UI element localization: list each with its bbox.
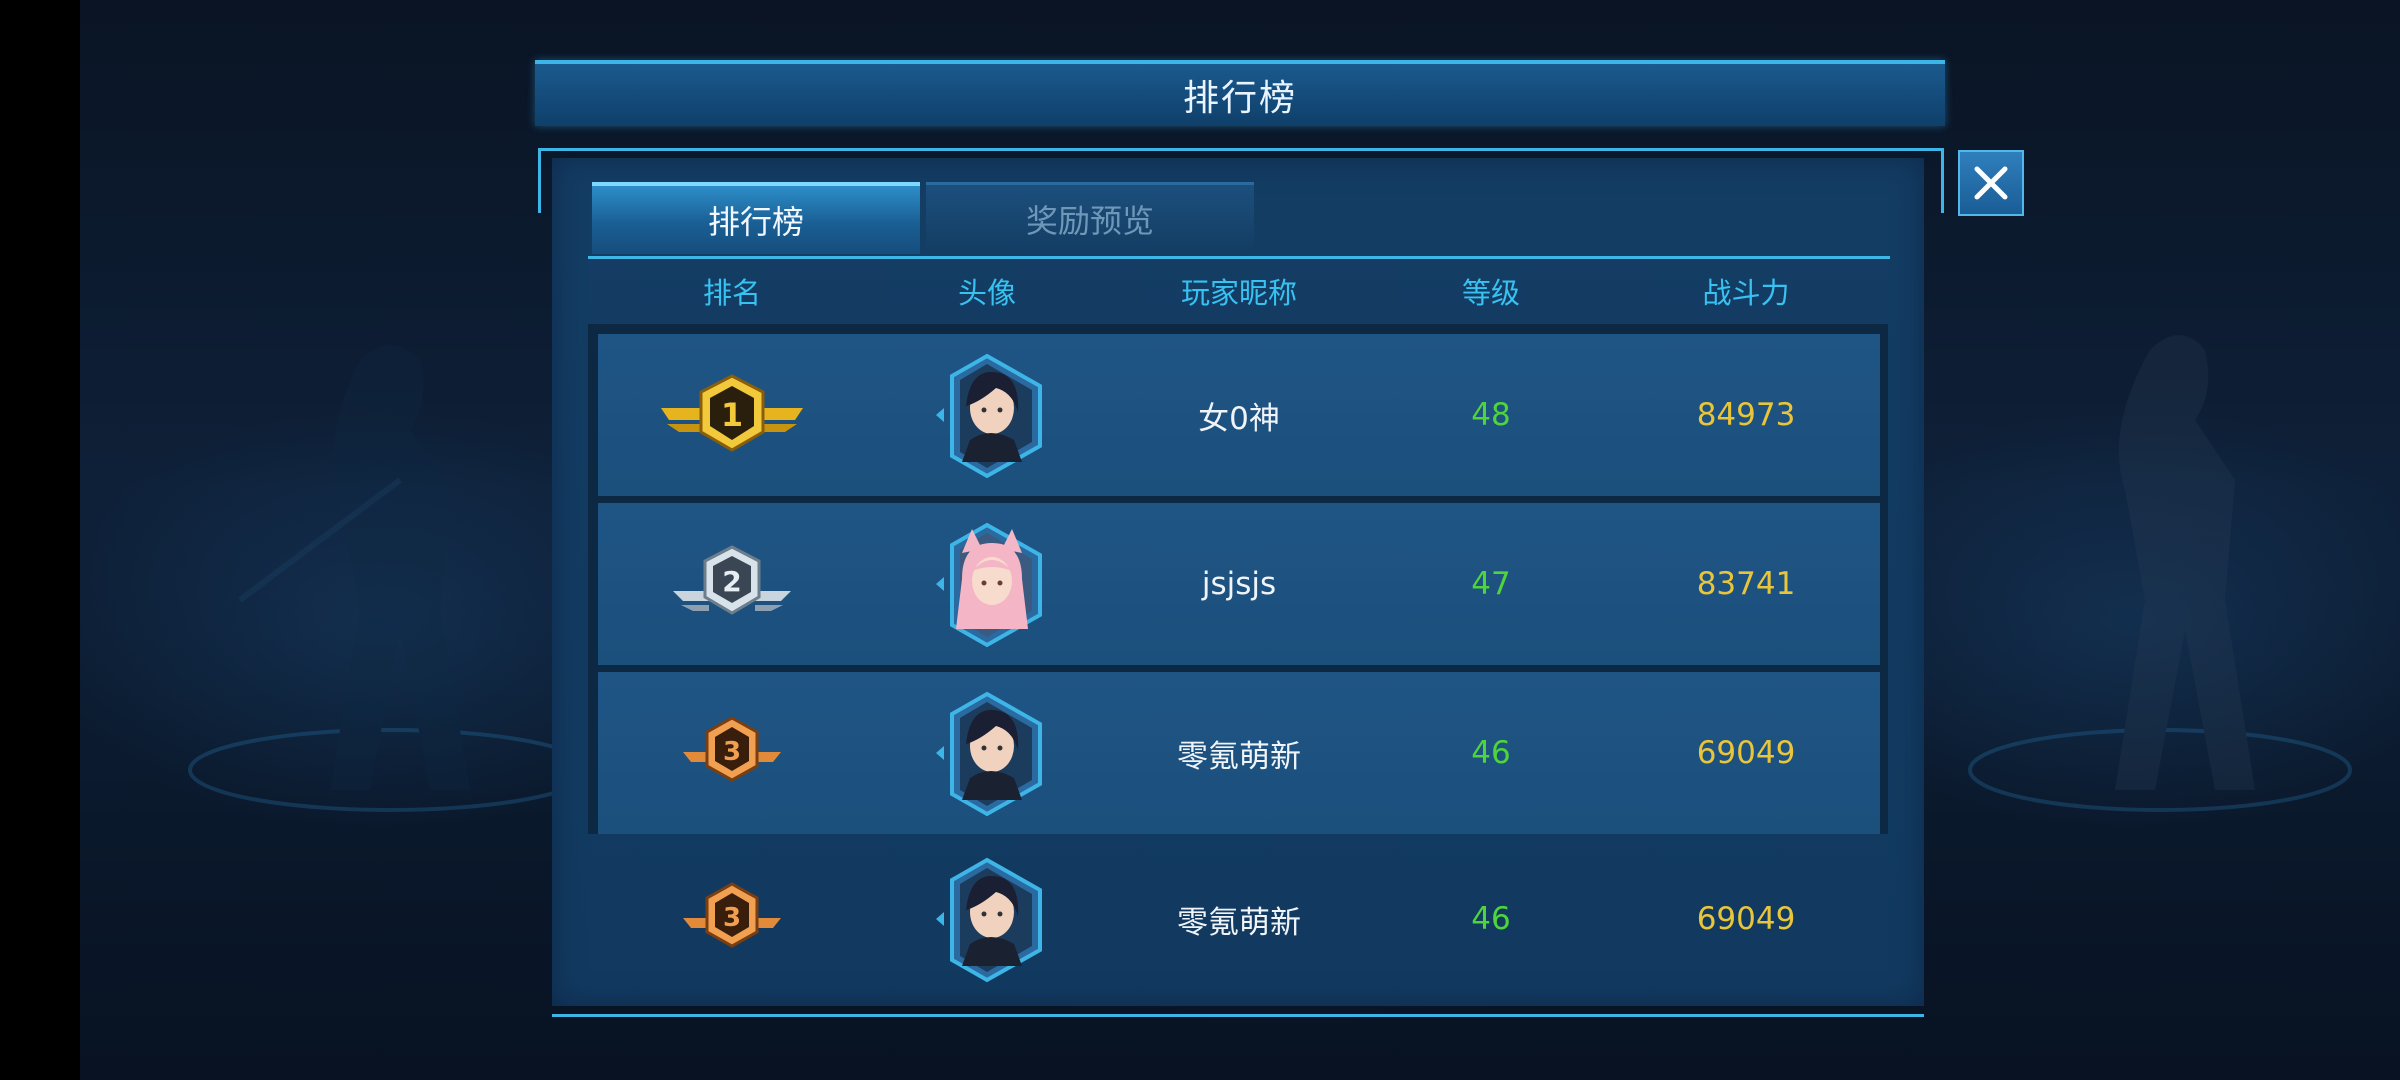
close-button[interactable] — [1958, 150, 2024, 216]
dark-haired-girl-avatar[interactable] — [922, 854, 1052, 984]
table-row[interactable]: 2 jsjsjs 47 83741 — [598, 503, 1880, 665]
rank-cell: 3 — [598, 838, 866, 1000]
title-bar: 排行榜 — [535, 60, 1945, 126]
rank-number: 3 — [723, 737, 741, 767]
player-power: 84973 — [1696, 397, 1796, 433]
player-nickname: 零氪萌新 — [1177, 904, 1301, 941]
silver-rank-badge-icon: 2 — [673, 545, 791, 615]
table-row[interactable]: 1 女0神 48 84973 — [598, 334, 1880, 496]
player-nickname: 零氪萌新 — [1177, 738, 1301, 775]
player-power: 83741 — [1696, 566, 1796, 602]
column-header-level: 等级 — [1461, 276, 1520, 310]
player-level: 46 — [1471, 901, 1511, 937]
rank-number: 3 — [723, 903, 741, 933]
avatar-cell — [856, 838, 1118, 1000]
tab-leaderboard[interactable]: 排行榜 — [592, 182, 920, 254]
background-character-right — [1968, 335, 2352, 812]
tab-reward-preview[interactable]: 奖励预览 — [926, 182, 1254, 253]
player-level: 46 — [1471, 735, 1511, 771]
player-nickname: 女0神 — [1198, 400, 1280, 437]
avatar-cell — [856, 672, 1118, 834]
tab-underline — [588, 256, 1890, 259]
left-black-bar — [0, 0, 80, 1080]
column-header-nickname: 玩家昵称 — [1180, 276, 1297, 310]
rank-cell: 2 — [598, 503, 866, 665]
pink-haired-catgirl-avatar[interactable] — [922, 519, 1052, 649]
player-power: 69049 — [1696, 735, 1796, 771]
dark-haired-girl-avatar[interactable] — [922, 350, 1052, 480]
column-header-avatar: 头像 — [957, 276, 1016, 310]
table-row[interactable]: 3 零氪萌新 46 69049 — [598, 672, 1880, 834]
rank-cell: 1 — [598, 334, 866, 496]
page-title: 排行榜 — [1182, 78, 1297, 119]
rank-number: 1 — [721, 396, 743, 434]
player-level: 48 — [1471, 397, 1511, 433]
table-row-self[interactable]: 3 零氪萌新 46 69049 — [598, 838, 1880, 1000]
background-character-left — [188, 345, 592, 812]
player-nickname: jsjsjs — [1201, 566, 1277, 602]
rank-number: 2 — [722, 565, 741, 598]
column-header-rank: 排名 — [702, 276, 761, 310]
dark-haired-girl-avatar[interactable] — [922, 688, 1052, 818]
close-icon — [1974, 166, 2008, 200]
panel-bottom-line — [552, 1014, 1924, 1017]
gold-rank-badge-icon: 1 — [661, 374, 803, 452]
avatar-cell — [856, 503, 1118, 665]
rank-cell: 3 — [598, 672, 866, 834]
avatar-cell — [856, 334, 1118, 496]
bronze-rank-badge-icon: 3 — [683, 716, 781, 782]
bronze-rank-badge-icon: 3 — [683, 882, 781, 948]
player-level: 47 — [1471, 566, 1511, 602]
player-power: 69049 — [1696, 901, 1796, 937]
column-header-power: 战斗力 — [1702, 276, 1790, 310]
